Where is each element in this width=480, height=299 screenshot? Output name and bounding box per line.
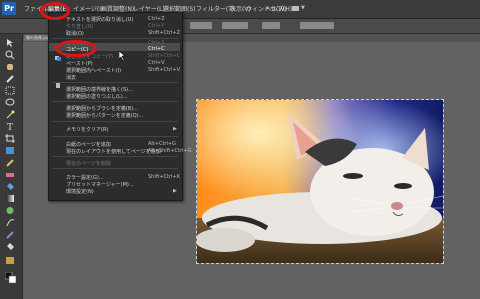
menu-filter[interactable]: フィルター(T) [196, 4, 234, 13]
crop-icon[interactable] [5, 134, 16, 143]
eyedropper-icon[interactable] [5, 230, 16, 239]
submenu-arrow-icon: ▶ [173, 188, 177, 194]
type-icon[interactable]: T [5, 122, 16, 131]
zoom-icon[interactable] [5, 50, 16, 59]
shape-icon[interactable] [5, 146, 16, 155]
gradient-icon[interactable] [5, 256, 16, 265]
menu-item-delete-page[interactable]: 現在のページを削除 [66, 160, 111, 167]
gradient-icon[interactable] [5, 194, 16, 203]
eyedropper-icon[interactable] [5, 74, 16, 83]
menu-separator [52, 156, 178, 157]
menu-item-undo[interactable]: テキストを選択の取り消し(U) [66, 16, 133, 23]
menu-item-paste[interactable]: ペースト(P) [66, 60, 93, 67]
menu-separator [52, 82, 178, 83]
svg-text:T: T [7, 123, 13, 131]
color-swatch-icon[interactable] [5, 272, 16, 284]
hand-icon[interactable] [5, 62, 16, 71]
menu-item-fill-selection[interactable]: 選択範囲の塗りつぶし(L)... [66, 93, 128, 100]
menu-item-paste-into-selection[interactable]: 選択範囲内へペースト(I) [66, 67, 121, 74]
option-field[interactable] [300, 22, 334, 29]
menu-shortcut: Shift+Ctrl+V [148, 67, 181, 73]
annotation-circle [55, 40, 97, 57]
menu-shortcut: Ctrl+V [148, 60, 165, 66]
menu-shortcut: Shift+Ctrl+C [148, 53, 181, 59]
menu-item-revert[interactable]: 取消(O) [66, 30, 84, 37]
paint-bucket-icon[interactable] [5, 242, 16, 251]
magic-wand-icon[interactable] [5, 110, 16, 119]
app-logo-icon[interactable]: Pr [2, 2, 16, 15]
menu-item-purge-memory[interactable]: メモリをクリア(R) [66, 126, 108, 133]
menu-shortcut: Ctrl+Z [148, 16, 165, 22]
menu-separator [52, 38, 178, 39]
menu-item-add-page-layout[interactable]: 現在のレイアウトを使用してページを追加 [66, 148, 161, 155]
menu-shortcut: Shift+Ctrl+Z [148, 30, 181, 36]
brush-icon[interactable] [5, 218, 16, 227]
menu-item-color-settings[interactable]: カラー設定(G)... [66, 174, 104, 181]
menu-item-add-blank-page[interactable]: 白紙のページを追加 [66, 141, 111, 148]
eraser-icon[interactable] [5, 170, 16, 179]
mouse-cursor-icon [118, 46, 126, 65]
lasso-icon[interactable] [5, 98, 16, 107]
menu-shortcut: Alt+Shift+Ctrl+G [148, 148, 192, 154]
option-field[interactable] [262, 22, 280, 29]
menu-help[interactable]: ヘルプ(H) [265, 4, 292, 13]
brush-icon[interactable] [5, 158, 16, 167]
tools-panel: T [0, 34, 23, 299]
menu-shortcut: Ctrl+Y [148, 23, 165, 29]
menu-separator [52, 121, 178, 122]
menu-separator [52, 168, 178, 169]
workspace-icon[interactable] [292, 6, 299, 11]
option-field[interactable] [222, 22, 248, 29]
marquee-icon[interactable] [5, 86, 16, 95]
chevron-down-icon[interactable]: ▼ [301, 5, 305, 11]
menu-item-define-pattern[interactable]: 選択範囲からパターンを定義(Q)... [66, 112, 143, 119]
menu-shortcut: Ctrl+C [148, 46, 165, 52]
cat-photo[interactable] [196, 99, 444, 264]
menu-item-preset-manager[interactable]: プリセットマネージャー(M)... [66, 181, 134, 188]
menu-item-define-brush[interactable]: 選択範囲からブラシを定義(B)... [66, 105, 138, 112]
menu-shortcut: Shift+Ctrl+K [148, 174, 180, 180]
shape-icon[interactable] [5, 206, 16, 215]
menu-item-redo[interactable]: やり直し(R) [66, 23, 93, 30]
move-icon[interactable] [5, 38, 16, 47]
menu-item-stroke-selection[interactable]: 選択範囲の境界線を描く(S)... [66, 86, 133, 93]
submenu-arrow-icon: ▶ [173, 126, 177, 132]
menu-shortcut: Alt+Ctrl+G [148, 141, 176, 147]
delete-icon [55, 73, 61, 88]
annotation-circle [40, 2, 70, 20]
menu-item-delete[interactable]: 消去 [66, 74, 76, 81]
paint-bucket-icon[interactable] [5, 182, 16, 191]
menu-separator [52, 101, 178, 102]
menu-item-preferences[interactable]: 環境設定(N) [66, 188, 94, 195]
menu-separator [52, 136, 178, 137]
option-field[interactable] [190, 22, 212, 29]
